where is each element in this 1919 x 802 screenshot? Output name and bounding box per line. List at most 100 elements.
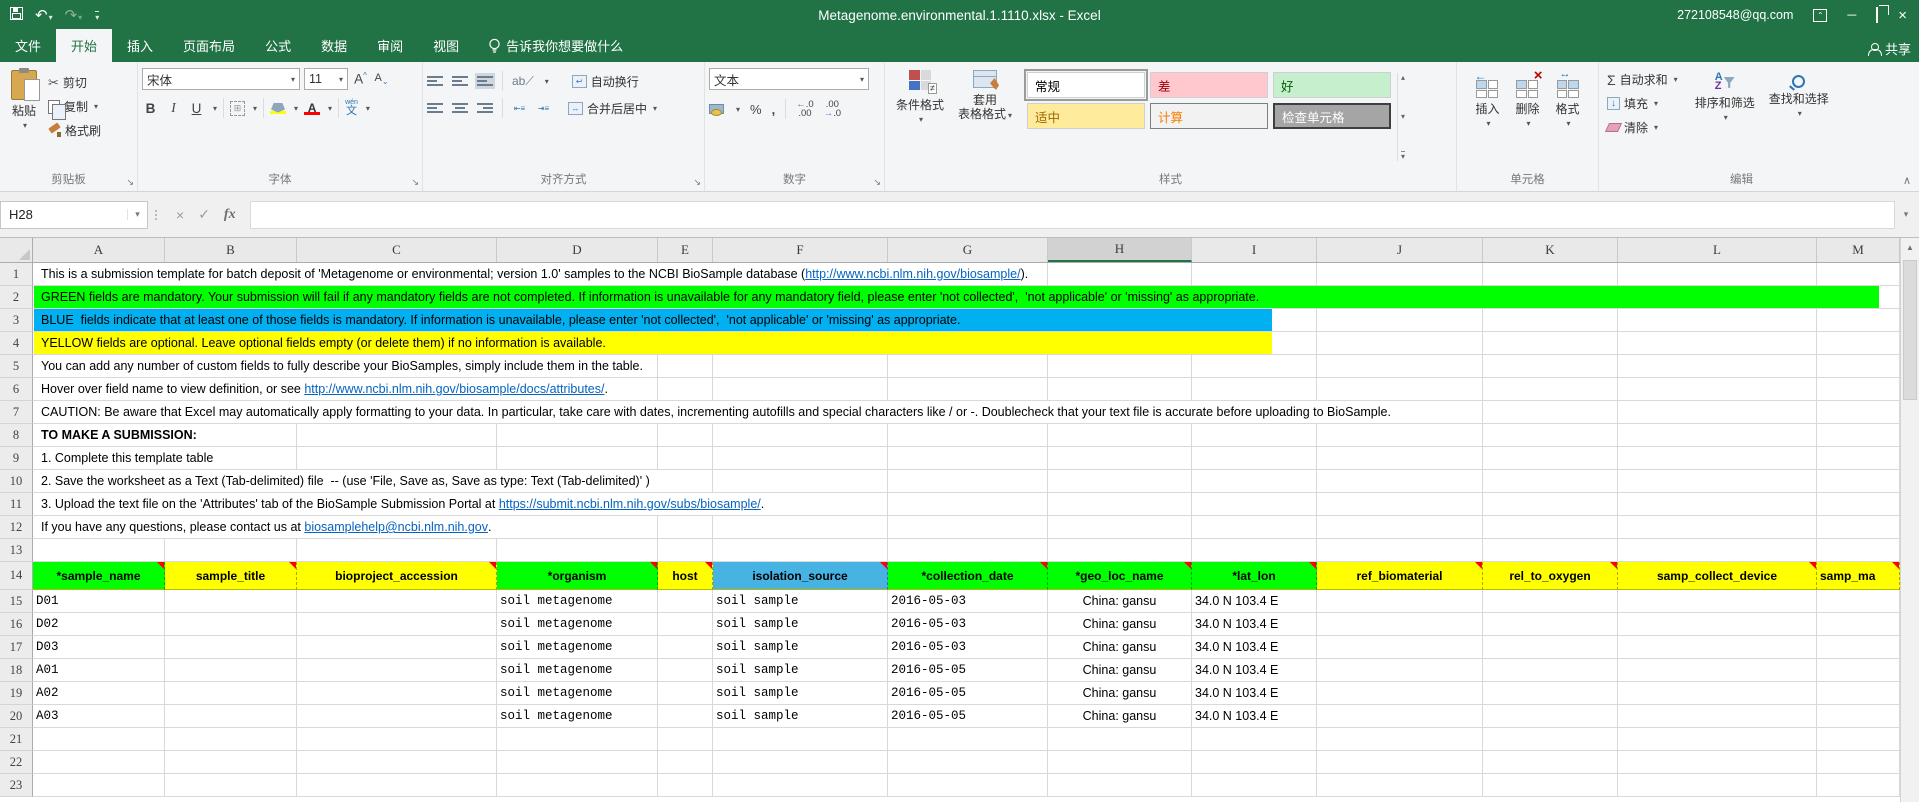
cell-J16[interactable] [1317,613,1483,636]
row-header-16[interactable]: 16 [0,613,33,636]
cell-L11[interactable] [1618,493,1817,516]
accounting-format-button[interactable] [709,104,724,115]
cell-I21[interactable] [1192,728,1317,751]
undo-button[interactable]: ↶▾ [35,6,53,24]
font-color-dropdown-icon[interactable]: ▾ [328,104,332,113]
cell-E13[interactable] [658,539,713,562]
cell-L5[interactable] [1618,355,1817,378]
cell-F8[interactable] [713,424,888,447]
cell-B23[interactable] [165,774,297,797]
cell-H1[interactable] [1048,263,1192,286]
vertical-scrollbar[interactable]: ▲ [1900,238,1919,802]
cell-C13[interactable] [297,539,497,562]
cell-style-常规[interactable]: 常规 [1027,72,1145,98]
cell-J8[interactable] [1317,424,1483,447]
cell-H23[interactable] [1048,774,1192,797]
cell-G5[interactable] [888,355,1048,378]
cell-B20[interactable] [165,705,297,728]
field-header-rel_to_oxygen[interactable]: rel_to_oxygen [1483,562,1618,590]
gallery-up-button[interactable]: ▴ [1401,73,1405,82]
tab-page-layout[interactable]: 页面布局 [168,29,250,62]
cell-style-检查单元格[interactable]: 检查单元格 [1273,103,1391,129]
cell-M8[interactable] [1817,424,1900,447]
orientation-button[interactable]: ab⟋ [512,74,534,89]
cell-J15[interactable] [1317,590,1483,613]
cell-L3[interactable] [1618,309,1817,332]
field-header-collection_date[interactable]: *collection_date [888,562,1048,590]
share-button[interactable]: 共享 [1868,39,1911,58]
cell-G8[interactable] [888,424,1048,447]
cell-D12[interactable] [497,516,658,539]
field-header-sample_name[interactable]: *sample_name [33,562,165,590]
insert-function-button[interactable]: fx [224,207,236,223]
column-header-H[interactable]: H [1048,238,1192,262]
cell-K18[interactable] [1483,659,1618,682]
row-header-3[interactable]: 3 [0,309,33,332]
cell-M9[interactable] [1817,447,1900,470]
field-header-geo_loc_name[interactable]: *geo_loc_name [1048,562,1192,590]
cell-M18[interactable] [1817,659,1900,682]
cell-H12[interactable] [1048,516,1192,539]
cell-J3[interactable] [1317,309,1483,332]
field-header-isolation_source[interactable]: isolation_source [713,562,888,590]
hyperlink[interactable]: http://www.ncbi.nlm.nih.gov/biosample/ [805,267,1020,281]
cell-J18[interactable] [1317,659,1483,682]
cell-G11[interactable] [888,493,1048,516]
cell-G10[interactable] [888,470,1048,493]
cell-E23[interactable] [658,774,713,797]
cell-M22[interactable] [1817,751,1900,774]
cell-D16[interactable]: soil metagenome [497,613,658,636]
cell-L9[interactable] [1618,447,1817,470]
tell-me-box[interactable]: 告诉我你想要做什么 [488,36,623,62]
cell-F5[interactable] [713,355,888,378]
cell-J4[interactable] [1317,332,1483,355]
cell-D22[interactable] [497,751,658,774]
cell-L15[interactable] [1618,590,1817,613]
cell-J21[interactable] [1317,728,1483,751]
cell-I6[interactable] [1192,378,1317,401]
cell-M6[interactable] [1817,378,1900,401]
cell-E12[interactable] [658,516,713,539]
row-header-17[interactable]: 17 [0,636,33,659]
cell-B16[interactable] [165,613,297,636]
delete-cells-button[interactable]: 删除 ▾ [1508,66,1546,171]
number-format-combo[interactable]: 文本▾ [709,68,869,90]
column-header-E[interactable]: E [658,238,713,262]
bold-button[interactable]: B [142,101,159,116]
cell-L20[interactable] [1618,705,1817,728]
cell-F19[interactable]: soil sample [713,682,888,705]
font-name-combo[interactable]: 宋体▾ [142,68,300,90]
cell-L22[interactable] [1618,751,1817,774]
cell-G21[interactable] [888,728,1048,751]
cell-K1[interactable] [1483,263,1618,286]
undo-dropdown-icon[interactable]: ▾ [49,13,53,22]
cell-M5[interactable] [1817,355,1900,378]
cell-J19[interactable] [1317,682,1483,705]
cell-M20[interactable] [1817,705,1900,728]
cell-G23[interactable] [888,774,1048,797]
cell-D18[interactable]: soil metagenome [497,659,658,682]
cell-G19[interactable]: 2016-05-05 [888,682,1048,705]
find-select-button[interactable]: 查找和选择 ▾ [1762,66,1836,171]
cell-B19[interactable] [165,682,297,705]
field-header-sample_title[interactable]: sample_title [165,562,297,590]
row-header-4[interactable]: 4 [0,332,33,355]
cell-J22[interactable] [1317,751,1483,774]
cell-M23[interactable] [1817,774,1900,797]
cell-F13[interactable] [713,539,888,562]
cell-F12[interactable] [713,516,888,539]
cell-A20[interactable]: A03 [33,705,165,728]
row-header-23[interactable]: 23 [0,774,33,797]
number-dialog-launcher[interactable]: ↘ [873,177,881,188]
cell-K3[interactable] [1483,309,1618,332]
hyperlink[interactable]: biosamplehelp@ncbi.nlm.nih.gov [304,520,488,534]
cell-H9[interactable] [1048,447,1192,470]
cell-K4[interactable] [1483,332,1618,355]
cell-L19[interactable] [1618,682,1817,705]
fill-button[interactable]: ↓填充▾ [1603,93,1682,114]
comma-style-button[interactable]: , [772,102,776,117]
cell-C17[interactable] [297,636,497,659]
field-header-organism[interactable]: *organism [497,562,658,590]
cell-I12[interactable] [1192,516,1317,539]
cell-G13[interactable] [888,539,1048,562]
